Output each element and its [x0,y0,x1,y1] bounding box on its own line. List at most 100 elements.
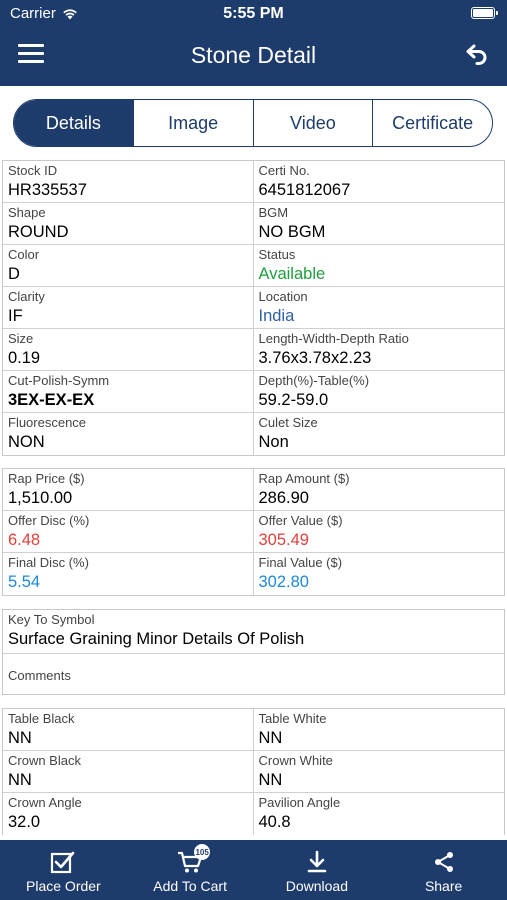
pavilion-angle-label: Pavilion Angle [258,795,341,810]
cut-polish-symm-cell: Cut-Polish-Symm 3EX-EX-EX [3,371,254,413]
offer-disc-label: Offer Disc (%) [8,513,90,528]
offer-value-label: Offer Value ($) [258,513,343,528]
share-button[interactable]: Share [380,840,507,900]
tab-video[interactable]: Video [254,100,374,146]
fluorescence-cell: Fluorescence NON [3,413,254,455]
tab-details[interactable]: Details [14,100,134,146]
crown-angle-cell: Crown Angle 32.0 [3,793,254,835]
final-value-cell: Final Value ($) 302.80 [254,553,505,595]
pavilion-angle-cell: Pavilion Angle 40.8 [254,793,505,835]
cut-polish-symm-value: 3EX-EX-EX [8,391,95,409]
page-title: Stone Detail [190,42,317,68]
color-label: Color [8,247,40,262]
final-disc-label: Final Disc (%) [8,555,89,570]
crown-black-label: Crown Black [8,753,81,768]
comments-row: Comments [3,654,504,694]
cut-polish-symm-label: Cut-Polish-Symm [8,373,110,388]
culet-size-cell: Culet Size Non [254,413,505,455]
crown-black-value: NN [8,771,32,789]
nav-bar: Stone Detail [0,30,507,82]
final-value-value: 302.80 [258,573,309,591]
battery-icon [471,7,498,19]
back-arrow-icon[interactable] [465,42,489,66]
notes-section: Key To Symbol Surface Graining Minor Det… [2,609,505,695]
share-icon [434,852,453,872]
download-icon [307,850,327,873]
certi-no-label: Certi No. [258,163,310,178]
lwd-ratio-value: 3.76x3.78x2.23 [258,349,372,367]
rap-amount-cell: Rap Amount ($) 286.90 [253,469,504,511]
download-label: Download [285,878,348,894]
key-to-symbol-row: Key To Symbol Surface Graining Minor Det… [3,610,504,654]
color-value: D [8,265,20,283]
shape-cell: Shape ROUND [3,203,254,245]
shape-value: ROUND [8,223,69,241]
stock-id-value: HR335537 [8,181,87,199]
depth-table-label: Depth(%)-Table(%) [258,373,370,388]
tab-image[interactable]: Image [134,100,254,146]
pavilion-angle-value: 40.8 [258,813,291,831]
lwd-ratio-cell: Length-Width-Depth Ratio 3.76x3.78x2.23 [253,329,504,371]
clarity-label: Clarity [8,289,45,304]
final-value-label: Final Value ($) [258,555,343,570]
comments-label: Comments [8,667,71,683]
table-white-cell: Table White NN [253,709,504,751]
location-cell: Location India [253,287,504,329]
table-black-cell: Table Black NN [3,709,254,751]
bgm-label: BGM [258,205,289,220]
certi-no-value: 6451812067 [258,181,351,199]
size-label: Size [8,331,34,346]
rap-price-value: 1,510.00 [8,489,73,507]
depth-table-cell: Depth(%)-Table(%) 59.2-59.0 [253,371,504,413]
status-value: Available [258,265,326,283]
add-to-cart-button[interactable]: 105 Add To Cart [127,840,254,900]
crown-angle-value: 32.0 [8,813,41,831]
download-button[interactable]: Download [254,840,381,900]
checkbox-order-icon [51,851,75,874]
tab-certificate[interactable]: Certificate [373,100,492,146]
final-disc-cell: Final Disc (%) 5.54 [3,553,254,595]
size-value: 0.19 [8,349,41,367]
color-cell: Color D [3,245,254,287]
table-black-label: Table Black [8,711,75,726]
place-order-label: Place Order [26,878,101,894]
shape-label: Shape [8,205,46,220]
stone-details-section: Stock ID HR335537 Certi No. 6451812067 S… [2,160,505,456]
crown-white-value: NN [258,771,283,789]
crown-black-cell: Crown Black NN [3,751,254,793]
location-value: India [258,307,295,325]
offer-value-value: 305.49 [258,531,309,549]
crown-white-label: Crown White [258,753,333,768]
crown-white-cell: Crown White NN [253,751,504,793]
clock: 5:55 PM [223,5,284,22]
pricing-section: Rap Price ($) 1,510.00 Rap Amount ($) 28… [2,468,505,596]
crown-angle-label: Crown Angle [8,795,82,810]
place-order-button[interactable]: Place Order [0,840,127,900]
offer-disc-cell: Offer Disc (%) 6.48 [3,511,254,553]
final-disc-value: 5.54 [8,573,41,591]
cart-count-badge: 105 [194,844,211,860]
key-to-symbol-label: Key To Symbol [8,612,95,627]
rap-amount-value: 286.90 [258,489,309,507]
key-to-symbol-value: Surface Graining Minor Details Of Polish [8,630,305,648]
stock-id-cell: Stock ID HR335537 [3,161,254,203]
table-black-value: NN [8,729,32,747]
culet-size-label: Culet Size [258,415,318,430]
stock-id-label: Stock ID [8,163,58,178]
status-bar: Carrier 5:55 PM [0,0,507,28]
share-label: Share [424,878,463,894]
culet-size-value: Non [258,433,289,451]
bgm-value: NO BGM [258,223,326,241]
certi-no-cell: Certi No. 6451812067 [253,161,504,203]
add-to-cart-label: Add To Cart [153,878,227,894]
offer-value-cell: Offer Value ($) 305.49 [253,511,504,553]
bottom-action-bar: Place Order 105 Add To Cart Download Sha… [0,840,507,900]
location-label: Location [258,289,308,304]
table-white-label: Table White [258,711,327,726]
app-header: Carrier 5:55 PM Stone Detail [0,0,507,86]
rap-price-cell: Rap Price ($) 1,510.00 [3,469,254,511]
detail-tabs: Details Image Video Certificate [13,99,493,147]
offer-disc-value: 6.48 [8,531,41,549]
depth-table-value: 59.2-59.0 [258,391,329,409]
table-white-value: NN [258,729,283,747]
